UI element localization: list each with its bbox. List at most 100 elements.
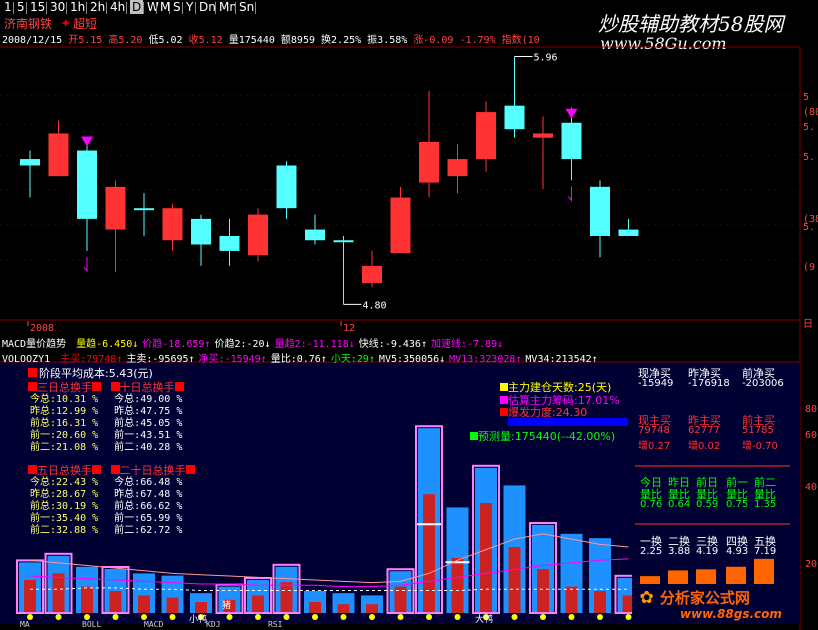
bottom-tab-ma[interactable]: MA <box>20 620 30 629</box>
date-axis-month: 12 <box>343 323 355 334</box>
bottom-tab-macd[interactable]: MACD <box>144 620 163 629</box>
candle-body <box>362 265 382 283</box>
red-square-icon <box>28 368 37 377</box>
signal-arrow-icon <box>568 186 572 202</box>
price-axis-tick: (80. <box>803 107 818 118</box>
logo-88gs: ✿ 分析家公式网 <box>640 584 750 609</box>
candle-body <box>305 229 325 241</box>
main-buy-ratio: 增0.27 <box>638 441 671 452</box>
bottom-tab-boll[interactable]: BOLL <box>82 620 101 629</box>
box1-title: 三日总换手 十日总换手 <box>28 379 184 395</box>
candle-body <box>77 150 97 219</box>
main-buy-value: 62777 <box>688 425 720 436</box>
macd-legend-item: 量趋2:-11.118↓ <box>274 339 355 350</box>
price-axis-tick: 5. <box>803 152 815 163</box>
macd-legend-item: 量趋-6.450↓ <box>76 339 139 350</box>
turnover-bar <box>668 570 688 584</box>
turnover-row: 昨总:12.99 % 昨总:47.75 % <box>30 406 183 417</box>
net-buy-value: -203006 <box>742 378 784 389</box>
candle-body <box>333 240 354 243</box>
volume-main-bar <box>508 547 521 613</box>
turnover-row: 前总:30.19 % 前总:66.62 % <box>30 501 183 512</box>
turnover-row: 前二:21.08 % 前二:40.28 % <box>30 442 183 453</box>
candle-body <box>276 165 297 209</box>
volume-ratio-value: 0.59 <box>696 499 719 510</box>
turnover-value: 4.19 <box>696 546 719 557</box>
macd-legend-item: 价趋-18.659↑ <box>142 339 211 350</box>
vol-legend-row: VOLOOZY1 主买:79748↑ 主卖:-95695↑ 净买:-15949↑ 量比… <box>2 350 598 365</box>
bottom-indicator-tabs: MA BOLL MACD KDJ RSI <box>0 620 818 630</box>
macd-legend-item: 加速线:-7.89↓ <box>430 339 504 350</box>
turnover-bar <box>640 576 660 584</box>
vol-legend-item: 净买:-15949↑ <box>198 354 267 365</box>
macd-name[interactable]: MACD量价趋势 <box>2 339 66 350</box>
volume-main-bar <box>309 602 321 613</box>
turnover-row: 前一:35.40 % 前一:65.99 % <box>30 513 183 524</box>
volume-main-bar <box>280 582 293 613</box>
turnover-value: 4.93 <box>726 546 749 557</box>
label-zhu: 猪 <box>222 601 232 611</box>
turnover-row: 今总:22.43 % 今总:66.48 % <box>30 477 183 488</box>
volume-main-bar <box>565 586 578 613</box>
main-buy-value: 79748 <box>638 425 670 436</box>
logo-url: www.88gs.com <box>680 607 782 621</box>
volume-main-bar <box>81 586 93 613</box>
volume-main-bar <box>252 595 264 613</box>
vol-legend-item: MV13:323028↑ <box>449 354 522 365</box>
turnover-value: 3.88 <box>668 546 691 557</box>
main-buy-ratio: 增-0.70 <box>742 441 778 452</box>
candle-body <box>20 159 40 166</box>
turnover-bar <box>696 569 716 584</box>
turnover-row: 昨总:28.67 % 昨总:67.48 % <box>30 489 183 500</box>
signal-triangle-icon <box>565 108 578 119</box>
candle-body <box>134 208 154 211</box>
vol-legend-item: MV5:350056↓ <box>378 354 446 365</box>
vol-name[interactable]: VOLOOZY1 <box>2 354 50 365</box>
box2-title: 五日总换手 二十日总换手 <box>28 462 195 478</box>
macd-legend-row: MACD量价趋势 量趋-6.450↓ 价趋-18.659↑ 价趋2:-20↓ 量趋2:… <box>2 335 503 350</box>
volume-main-bar <box>24 580 36 613</box>
net-buy-value: -176918 <box>688 378 730 389</box>
turnover-row: 前一:20.60 % 前一:43.51 % <box>30 430 183 441</box>
candle-body <box>618 229 639 236</box>
vol-legend-item: 量比:0.76↑ <box>270 354 327 365</box>
candle-body <box>191 218 211 245</box>
candle-body <box>390 197 411 254</box>
candle-body <box>248 214 268 256</box>
main-buy-value: 51785 <box>742 425 774 436</box>
indicator-axis-tick: 60 <box>805 430 817 441</box>
volume-ratio-value: 0.75 <box>726 499 749 510</box>
turnover-value: 2.25 <box>640 546 663 557</box>
indicator-axis-tick: 40 <box>805 482 817 493</box>
candle-body <box>48 133 69 177</box>
candle-body <box>447 159 468 177</box>
macd-legend-item: 价趋2:-20↓ <box>214 339 271 350</box>
volume-main-bar <box>138 595 150 613</box>
volume-main-bar <box>537 569 549 613</box>
candle-body <box>162 208 183 241</box>
turnover-bar <box>726 566 746 584</box>
turnover-bar <box>754 558 774 584</box>
volume-main-bar <box>109 591 122 613</box>
volume-main-bar <box>594 591 606 613</box>
indicator-axis-tick: 20 <box>805 559 817 570</box>
volume-main-bar <box>423 494 435 613</box>
candle-body <box>476 112 496 160</box>
volume-main-bar <box>337 604 350 613</box>
turnover-row: 今总:10.31 % 今总:49.00 % <box>30 394 183 405</box>
volume-main-bar <box>451 558 464 613</box>
price-axis-tick: 5. <box>803 222 815 233</box>
candle-body <box>590 186 610 236</box>
low-price-label: 4.80 <box>363 300 387 311</box>
flower-icon: ✿ <box>640 584 654 609</box>
bottom-tab-rsi[interactable]: RSI <box>268 620 282 629</box>
candle-body <box>504 105 525 130</box>
candle-body <box>219 235 240 251</box>
signal-triangle-icon <box>81 136 93 147</box>
volume-main-bar <box>52 573 65 613</box>
vol-legend-item: 主买:79748↑ <box>60 354 123 365</box>
volume-main-bar <box>366 604 378 613</box>
price-axis-tick: 5. <box>803 122 815 133</box>
signal-arrow-icon <box>83 256 88 273</box>
bottom-tab-kdj[interactable]: KDJ <box>206 620 220 629</box>
